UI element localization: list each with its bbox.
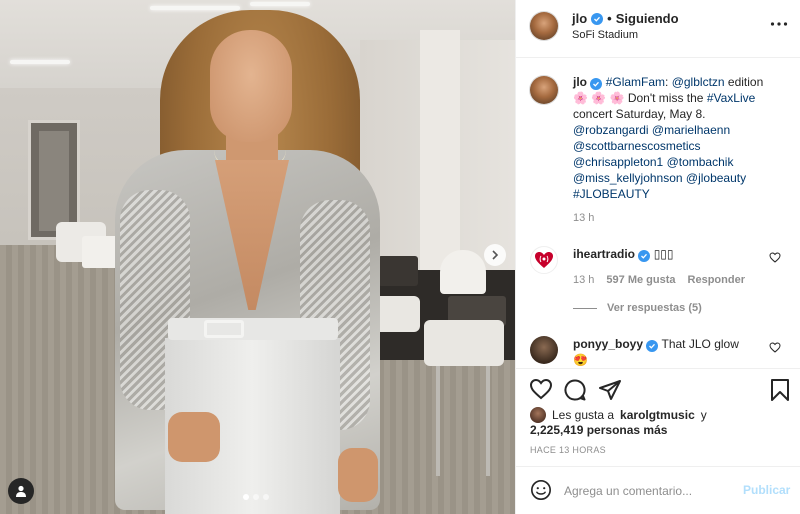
carousel-dot-active [243,494,249,500]
like-comment-button[interactable] [769,252,781,266]
next-photo-button[interactable] [484,244,506,266]
photo-buckle [204,320,244,338]
add-comment-bar: Publicar [516,466,800,514]
emoji-picker-button[interactable] [530,479,552,504]
verified-badge-icon [646,340,659,352]
mention-link[interactable]: @chrisappleton1 @tombachik [573,155,733,169]
liked-by-avatar[interactable] [530,407,546,423]
commenter-avatar[interactable] [530,246,558,274]
caption-fragment: : [665,75,672,89]
chevron-right-icon [492,250,499,260]
carousel-dot [253,494,259,500]
verified-badge-icon [591,12,604,25]
caption-meta: 13 h [573,212,594,224]
view-replies-label: Ver respuestas (5) [607,302,702,314]
caption-emojis: 🌸 🌸 🌸 [573,91,625,105]
post-location[interactable]: SoFi Stadium [572,29,638,41]
author-avatar[interactable] [530,12,558,40]
comment-likes[interactable]: 597 Me gusta [606,274,675,286]
comment-meta: 13 h 597 Me gusta Responder [573,274,745,286]
comments-list[interactable]: jlo #GlamFam: @glblctzn edition 🌸 🌸 🌸 Do… [516,58,800,368]
more-options-icon[interactable] [770,14,788,32]
header-user-line: jlo • Siguiendo [572,11,679,26]
replies-line [573,307,597,309]
tagged-users-button[interactable] [8,478,34,504]
caption-time[interactable]: 13 h [573,212,594,224]
photo-face [210,30,292,142]
mention-link[interactable]: @scottbarnescosmetics [573,139,701,153]
paper-plane-icon [599,380,621,400]
liked-by: Les gusta a karolgtmusic y [530,407,707,423]
comment-username[interactable]: ponyy_boyy [573,337,643,351]
share-button[interactable] [598,378,622,405]
mention-link[interactable]: @glblctzn [672,75,725,89]
liked-by-prefix: Les gusta a [552,408,615,422]
photo-stool-leg [436,366,440,476]
like-comment-button[interactable] [769,342,781,356]
comment-text: ponyy_boyy That JLO glow 😍 [573,336,763,368]
liked-by-suffix: y [700,408,707,422]
liked-by-user[interactable]: karolgtmusic [620,408,695,422]
post-timestamp[interactable]: HACE 13 HORAS [530,445,606,455]
photo-stool [424,320,504,366]
comment-input[interactable] [564,481,734,501]
photo-hand [168,412,220,462]
caption-fragment: edition [724,75,764,89]
verified-badge-icon [590,78,603,90]
heart-outline-icon [769,342,781,353]
verified-badge-icon [638,250,651,262]
photo-stool-leg [486,366,490,476]
photo-ceiling-light [10,60,70,64]
caption-username[interactable]: jlo [573,75,587,89]
post-photo[interactable] [0,0,515,514]
iheartradio-logo-icon [535,252,553,268]
caption-avatar[interactable] [530,76,558,104]
heart-outline-icon [769,252,781,263]
comment-button[interactable] [563,378,587,405]
caption-fragment: concert Saturday, May 8. [573,107,706,121]
photo-hand [338,448,378,502]
mention-link[interactable]: @robzangardi @marielhaenn [573,123,730,137]
separator-dot: • [607,11,612,26]
caption-text: jlo #GlamFam: @glblctzn edition 🌸 🌸 🌸 Do… [573,74,788,202]
reply-button[interactable]: Responder [688,274,745,286]
photo-bag [378,256,418,286]
bookmark-icon [771,379,789,401]
author-username[interactable]: jlo [572,11,587,26]
likes-count[interactable]: 2,225,419 personas más [530,423,667,437]
view-replies-button[interactable]: Ver respuestas (5) [573,302,702,314]
user-tag-icon [16,485,26,497]
carousel-dot [263,494,269,500]
comment-text: iheartradio ▯▯▯ [573,246,763,262]
photo-side-table [82,236,118,268]
comment-emoji: 😍 [573,353,588,367]
photo-ceiling-light [150,6,240,10]
mention-link[interactable]: @miss_kellyjohnson @jlobeauty [573,171,746,185]
hashtag-link[interactable]: #VaxLive [707,91,755,105]
like-button[interactable] [529,378,553,403]
carousel-indicator [243,494,269,500]
hashtag-link[interactable]: #JLOBEAUTY [573,187,650,201]
photo-belt [168,318,338,340]
post-header: jlo • Siguiendo SoFi Stadium [516,0,800,58]
photo-chair-back [440,250,486,294]
save-button[interactable] [770,378,790,405]
comment-username[interactable]: iheartradio [573,247,635,261]
post-side-panel: jlo • Siguiendo SoFi Stadium jlo #GlamFa… [515,0,800,514]
smiley-icon [531,480,551,500]
comment-time[interactable]: 13 h [573,274,594,286]
comment-body: That JLO glow [661,337,739,351]
post-comment-button[interactable]: Publicar [743,483,790,497]
comment-bubble-icon [564,379,586,401]
following-button[interactable]: Siguiendo [616,11,679,26]
caption-fragment: Don't miss the [624,91,707,105]
heart-icon [529,378,553,400]
commenter-avatar[interactable] [530,336,558,364]
photo-ceiling-light [250,2,310,6]
comment-body: ▯▯▯ [653,247,674,261]
hashtag-link[interactable]: #GlamFam [606,75,665,89]
